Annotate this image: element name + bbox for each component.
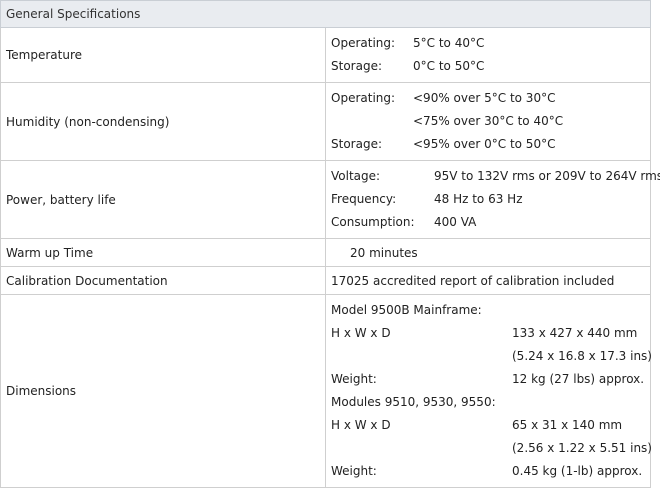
spec-value: <95% over 0°C to 50°C xyxy=(413,137,556,151)
spec-line: Frequency: 48 Hz to 63 Hz xyxy=(331,188,650,211)
spec-row-dimensions: Dimensions Model 9500B Mainframe: H x W … xyxy=(0,294,652,488)
spec-label-power: Power, battery life xyxy=(0,160,326,239)
spec-line: Voltage: 95V to 132V rms or 209V to 264V… xyxy=(331,165,660,188)
spec-label-temperature: Temperature xyxy=(0,27,326,83)
spec-line: Operating: <90% over 5°C to 30°C xyxy=(331,87,650,110)
spec-row-warmup: Warm up Time 20 minutes xyxy=(0,238,651,267)
spec-label-dimensions: Dimensions xyxy=(0,294,326,488)
spec-line: H x W x D 65 x 31 x 140 mm xyxy=(331,414,650,437)
table-header-row: General Specifications xyxy=(0,0,651,28)
spec-value-temperature: Operating: 5°C to 40°C Storage: 0°C to 5… xyxy=(325,27,651,83)
spec-value-power: Voltage: 95V to 132V rms or 209V to 264V… xyxy=(325,160,660,239)
spec-key: Operating: xyxy=(331,36,396,50)
spec-value: 0.45 kg (1-lb) approx. xyxy=(512,464,643,478)
spec-row-power: Power, battery life Voltage: 95V to 132V… xyxy=(0,160,660,239)
spec-value: 48 Hz to 63 Hz xyxy=(434,192,523,206)
spec-value: 400 VA xyxy=(434,215,477,229)
spec-value-calibration: 17025 accredited report of calibration i… xyxy=(325,266,651,295)
spec-row-humidity: Humidity (non-condensing) Operating: <90… xyxy=(0,82,651,161)
spec-value-humidity: Operating: <90% over 5°C to 30°C <75% ov… xyxy=(325,82,651,161)
spec-value: (2.56 x 1.22 x 5.51 ins) xyxy=(512,441,652,455)
spec-value: 133 x 427 x 440 mm xyxy=(512,326,638,340)
spec-key: Storage: xyxy=(331,137,382,151)
spec-key: Weight: xyxy=(331,372,377,386)
spec-label-humidity: Humidity (non-condensing) xyxy=(0,82,326,161)
spec-value: 12 kg (27 lbs) approx. xyxy=(512,372,645,386)
spec-key: Consumption: xyxy=(331,215,415,229)
spec-value-dimensions: Model 9500B Mainframe: H x W x D 133 x 4… xyxy=(325,294,652,488)
spec-value: 5°C to 40°C xyxy=(413,36,485,50)
spec-label-calibration: Calibration Documentation xyxy=(0,266,326,295)
spec-value: <90% over 5°C to 30°C xyxy=(413,91,556,105)
spec-row-calibration: Calibration Documentation 17025 accredit… xyxy=(0,266,651,295)
spec-line: Weight: 12 kg (27 lbs) approx. xyxy=(331,368,650,391)
spec-label-warmup: Warm up Time xyxy=(0,238,326,267)
modules-title: Modules 9510, 9530, 9550: xyxy=(331,395,496,409)
table-header-title: General Specifications xyxy=(0,0,651,28)
general-specifications-table: General Specifications Temperature Opera… xyxy=(0,0,660,488)
spec-line: <75% over 30°C to 40°C xyxy=(331,110,650,133)
spec-row-temperature: Temperature Operating: 5°C to 40°C Stora… xyxy=(0,27,651,83)
spec-line: (2.56 x 1.22 x 5.51 ins) xyxy=(331,437,652,460)
spec-value: 95V to 132V rms or 209V to 264V rms xyxy=(434,169,660,183)
spec-line: Weight: 0.45 kg (1-lb) approx. xyxy=(331,460,650,483)
spec-key: Weight: xyxy=(331,464,377,478)
spec-key: H x W x D xyxy=(331,326,391,340)
spec-line: Operating: 5°C to 40°C xyxy=(331,32,650,55)
spec-line: Consumption: 400 VA xyxy=(331,211,650,234)
spec-value-warmup: 20 minutes xyxy=(325,238,651,267)
spec-value: (5.24 x 16.8 x 17.3 ins) xyxy=(512,349,652,363)
mainframe-title: Model 9500B Mainframe: xyxy=(331,303,482,317)
spec-value: 0°C to 50°C xyxy=(413,59,485,73)
spec-key: Operating: xyxy=(331,91,396,105)
spec-value: 65 x 31 x 140 mm xyxy=(512,418,623,432)
spec-value: <75% over 30°C to 40°C xyxy=(413,114,564,128)
spec-line: (5.24 x 16.8 x 17.3 ins) xyxy=(331,345,652,368)
spec-line: Storage: 0°C to 50°C xyxy=(331,55,650,78)
spec-line: H x W x D 133 x 427 x 440 mm xyxy=(331,322,650,345)
spec-line: Storage: <95% over 0°C to 50°C xyxy=(331,133,650,156)
spec-key: H x W x D xyxy=(331,418,391,432)
spec-key: Storage: xyxy=(331,59,382,73)
spec-key: Voltage: xyxy=(331,169,381,183)
spec-key: Frequency: xyxy=(331,192,397,206)
